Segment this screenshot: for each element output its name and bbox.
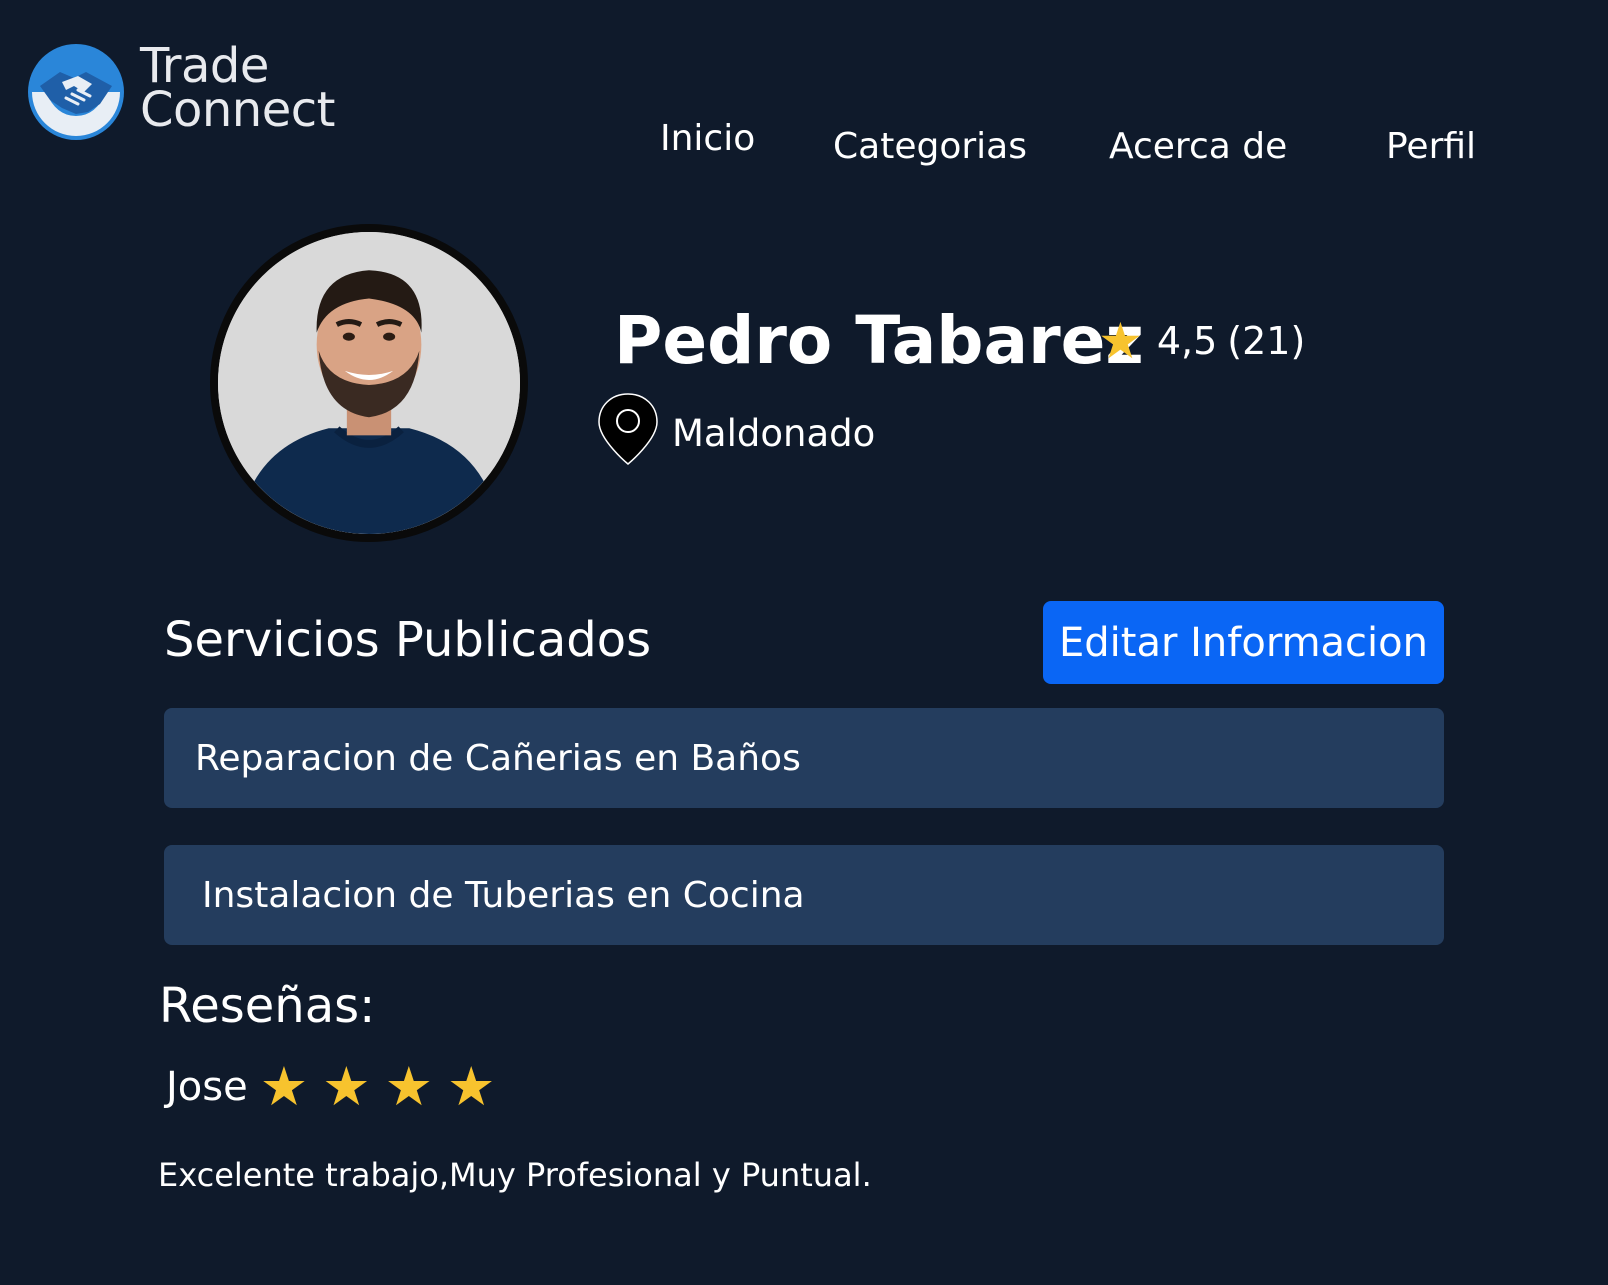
rating-count: (21) [1227,319,1306,363]
brand-line-2: Connect [140,82,335,138]
edit-information-button[interactable]: Editar Informacion [1043,601,1444,684]
brand-logo[interactable]: Trade Connect [26,42,335,142]
star-icon: ★ [446,1055,496,1118]
nav-perfil[interactable]: Perfil [1386,126,1476,167]
services-title: Servicios Publicados [164,612,652,668]
star-icon: ★ [384,1055,433,1118]
nav-inicio[interactable]: Inicio [660,118,755,159]
location-pin-icon [598,393,658,465]
star-icon: ★ [1098,312,1143,370]
profile-avatar [210,224,528,542]
star-icon: ★ [259,1055,309,1118]
star-icon: ★ [322,1055,371,1118]
nav-categorias[interactable]: Categorias [833,126,1027,167]
review-text: Excelente trabajo,Muy Profesional y Punt… [158,1156,872,1194]
service-label: Instalacion de Tuberias en Cocina [202,874,805,916]
review-author: Jose [166,1064,248,1110]
nav-acerca-de[interactable]: Acerca de [1109,126,1287,167]
review-stars: ★ ★ ★ ★ [260,1060,510,1114]
profile-name: Pedro Tabarez [614,302,1144,379]
handshake-icon [28,44,124,140]
avatar-photo [218,232,520,534]
profile-location: Maldonado [596,392,875,466]
location-label: Maldonado [672,411,876,455]
rating-value: 4,5 [1156,319,1218,363]
review-header: Jose ★ ★ ★ ★ [166,1060,509,1114]
reviews-title: Reseñas: [159,978,376,1034]
service-label: Reparacion de Cañerias en Baños [195,737,801,779]
profile-rating: ★ 4,5 (21) [1098,316,1305,366]
service-item[interactable]: Reparacion de Cañerias en Baños [164,708,1444,808]
profile-page: Trade Connect Inicio Categorias Acerca d… [0,0,1608,1285]
brand-name: Trade Connect [140,42,335,134]
service-item[interactable]: Instalacion de Tuberias en Cocina [164,845,1444,945]
